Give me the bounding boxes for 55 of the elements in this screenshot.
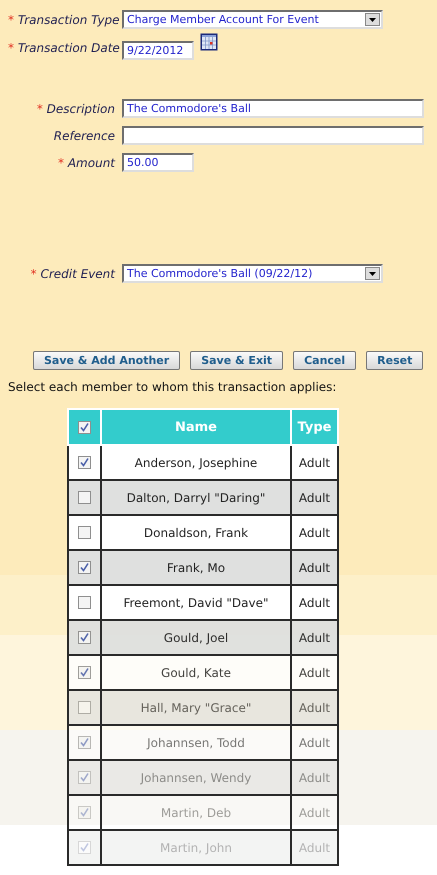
member-name: Frank, Mo <box>101 550 291 585</box>
member-type: Adult <box>291 620 338 655</box>
member-type: Adult <box>291 655 338 690</box>
member-type: Adult <box>291 585 338 620</box>
form-button[interactable]: Cancel <box>293 351 356 370</box>
member-name: Hall, Mary "Grace" <box>101 690 291 725</box>
row-checkbox[interactable] <box>78 456 91 469</box>
form-button[interactable]: Save & Add Another <box>33 351 180 370</box>
form-button[interactable]: Reset <box>366 351 424 370</box>
member-type: Adult <box>291 830 338 865</box>
member-type: Adult <box>291 690 338 725</box>
row-checkbox[interactable] <box>78 736 91 749</box>
member-type: Adult <box>291 445 338 480</box>
member-type: Adult <box>291 550 338 585</box>
member-name: Martin, Deb <box>101 795 291 830</box>
member-type: Adult <box>291 480 338 515</box>
field-label: * Transaction Date <box>7 41 121 55</box>
dropdown-field[interactable]: The Commodore's Ball (09/22/12) <box>122 264 383 283</box>
member-name: Gould, Kate <box>101 655 291 690</box>
row-checkbox[interactable] <box>78 526 91 539</box>
member-name: Donaldson, Frank <box>101 515 291 550</box>
dropdown-arrow-icon <box>369 18 376 22</box>
field-label: * Credit Event <box>30 266 116 280</box>
field-label: Reference <box>52 128 116 142</box>
row-checkbox[interactable] <box>78 491 91 504</box>
calendar-icon[interactable] <box>200 33 218 51</box>
member-name: Freemont, David "Dave" <box>101 585 291 620</box>
row-checkbox[interactable] <box>78 771 91 784</box>
member-type: Adult <box>291 760 338 795</box>
dropdown-field[interactable]: Charge Member Account For Event <box>122 10 383 29</box>
member-name: Johannsen, Wendy <box>101 760 291 795</box>
member-name: Martin, John <box>101 830 291 865</box>
member-type: Adult <box>291 725 338 760</box>
field-label: * Transaction Type <box>7 12 121 26</box>
input-field[interactable]: 50.00 <box>122 153 194 172</box>
select-all-checkbox[interactable] <box>78 420 91 434</box>
input-field[interactable]: The Commodore's Ball <box>122 99 424 118</box>
dropdown-arrow-icon <box>369 272 376 276</box>
member-type: Adult <box>291 795 338 830</box>
member-name: Gould, Joel <box>101 620 291 655</box>
date-field[interactable]: 9/22/2012 <box>122 41 194 60</box>
member-type: Adult <box>291 515 338 550</box>
field-label: * Amount <box>57 156 116 170</box>
member-name: Dalton, Darryl "Daring" <box>101 480 291 515</box>
row-checkbox[interactable] <box>78 701 91 714</box>
row-checkbox[interactable] <box>78 596 91 609</box>
form-button[interactable]: Save & Exit <box>190 351 284 370</box>
row-checkbox[interactable] <box>78 666 91 679</box>
input-field[interactable] <box>122 126 424 145</box>
field-label: * Description <box>36 102 116 116</box>
instruction-text: Select each member to whom this transaction applies: <box>8 380 338 394</box>
row-checkbox[interactable] <box>78 631 91 644</box>
member-name: Johannsen, Todd <box>101 725 291 760</box>
row-checkbox[interactable] <box>78 561 91 574</box>
member-name: Anderson, Josephine <box>101 445 291 480</box>
